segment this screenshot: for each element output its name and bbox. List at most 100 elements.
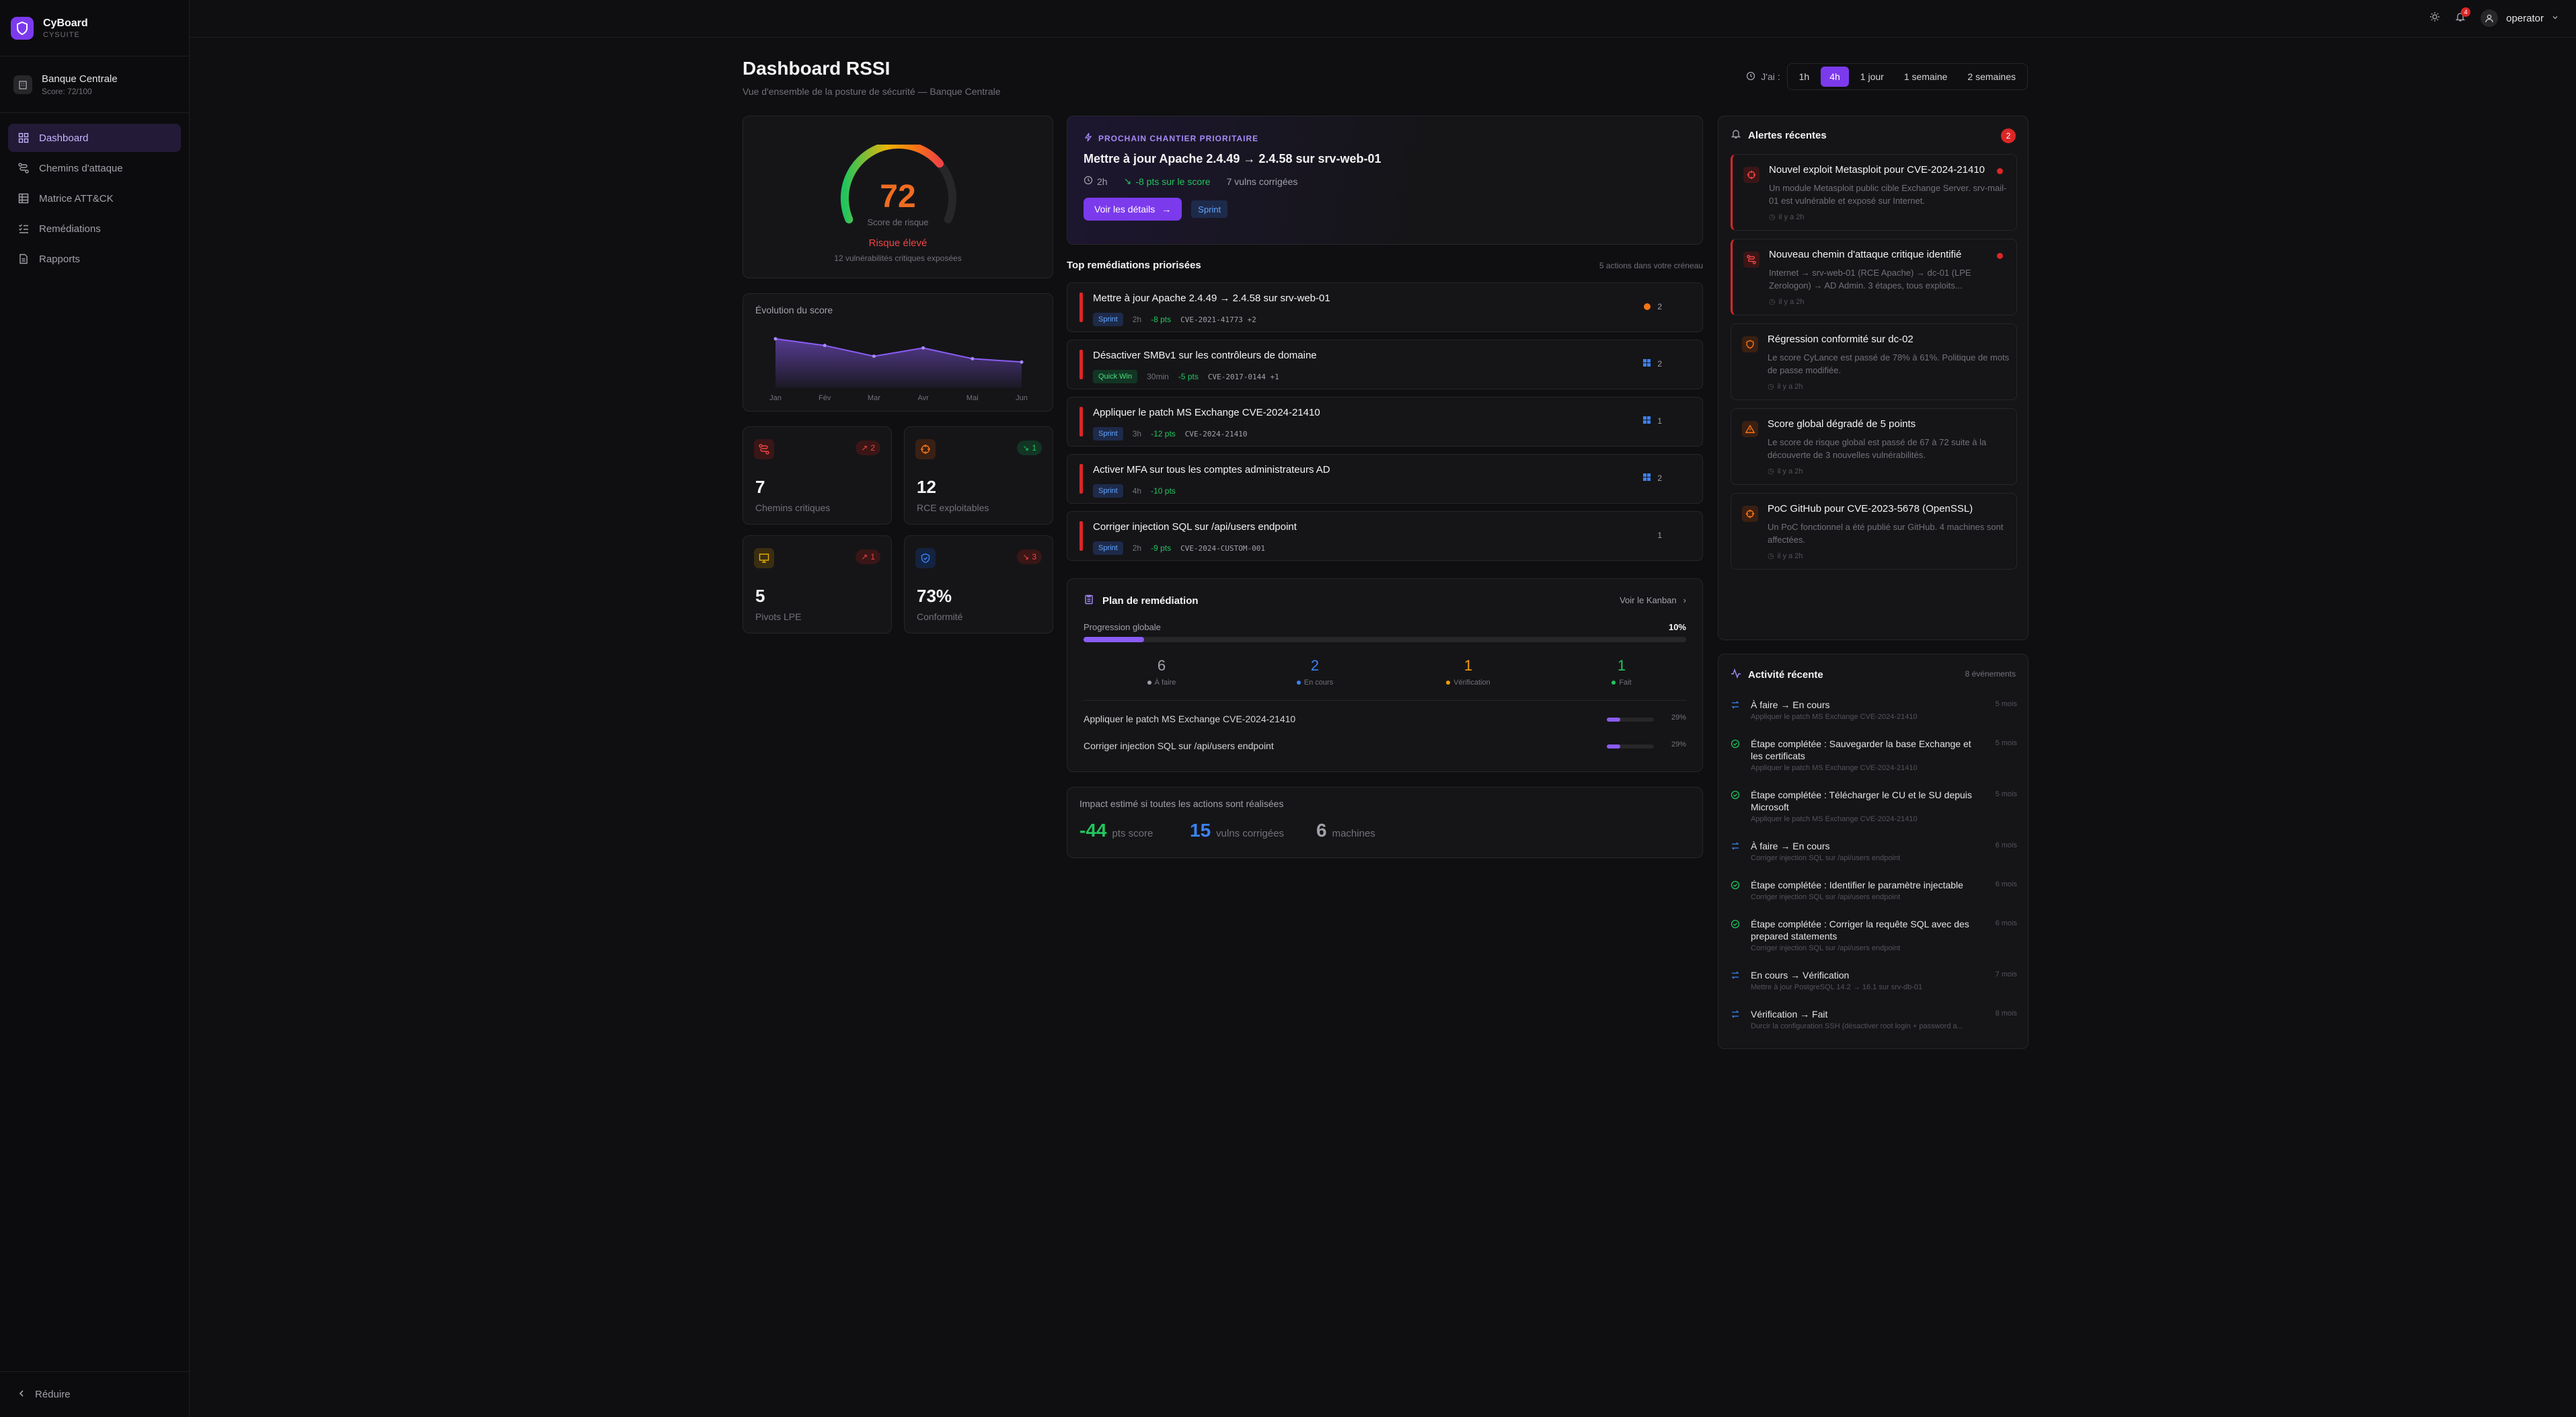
progress-percent: 10% (1668, 622, 1686, 632)
range-option-1h[interactable]: 1h (1790, 67, 1819, 87)
plan-column-done[interactable]: 1 Fait (1541, 657, 1702, 687)
remediation-item[interactable]: Mettre à jour Apache 2.4.49 → 2.4.58 sur… (1067, 282, 1703, 332)
score-point[interactable] (823, 344, 827, 348)
alert-item[interactable]: PoC GitHub pour CVE-2023-5678 (OpenSSL) … (1731, 493, 2017, 570)
severity-bar (1079, 293, 1083, 322)
remediations-title: Top remédiations priorisées (1067, 260, 1201, 271)
check-circle-icon (1731, 919, 1740, 929)
main-nav: Dashboard Chemins d'attaque Matrice ATT&… (0, 113, 189, 286)
range-option-1-week[interactable]: 1 semaine (1895, 67, 1957, 87)
alert-item[interactable]: Nouvel exploit Metasploit pour CVE-2024-… (1731, 154, 2017, 231)
score-evolution-chart: Jan Fév Mar Avr Mai Jun (769, 337, 1028, 402)
activity-item[interactable]: Étape complétée : Corriger la requête SQ… (1731, 918, 2017, 958)
shield-check-icon (915, 548, 936, 568)
remediation-plan-card: Plan de remédiation Voir le Kanban › Prog… (1067, 578, 1703, 772)
nav-item-reports[interactable]: Rapports (8, 245, 181, 273)
nav-label: Matrice ATT&CK (39, 192, 114, 204)
alert-item[interactable]: Régression conformité sur dc-02 Le score… (1731, 323, 2017, 400)
range-option-4h[interactable]: 4h (1821, 67, 1849, 87)
user-name: operator (2506, 12, 2544, 24)
clock-icon: ◷ (1769, 298, 1776, 306)
divider (1084, 700, 1686, 701)
activity-item[interactable]: En cours → Vérification Mettre à jour Po… (1731, 969, 2017, 999)
nav-item-attack-paths[interactable]: Chemins d'attaque (8, 154, 181, 182)
clock-icon: ◷ (1768, 467, 1774, 475)
app-logo[interactable]: CyBoard CYSUITE (0, 0, 189, 56)
plan-column-in-progress[interactable]: 2 En cours (1234, 657, 1396, 687)
activity-item[interactable]: À faire → En cours Corriger injection SQ… (1731, 840, 2017, 870)
stat-card-rce[interactable]: ↘ 1 12 RCE exploitables (904, 426, 1053, 525)
trend-down-icon: ↘ (1022, 443, 1030, 453)
clock-icon (1746, 71, 1755, 83)
nav-label: Remédiations (39, 223, 101, 235)
score-point[interactable] (971, 356, 975, 360)
trend-up-icon: ↗ (861, 443, 868, 453)
priority-gain: -8 pts sur le score (1135, 176, 1211, 187)
score-evolution-card: Évolution du score Jan Fév Mar Avr Mai Jun (743, 293, 1053, 412)
sidebar: CyBoard CYSUITE Banque Centrale Score: 7… (0, 0, 190, 1417)
notifications-button[interactable]: 4 (2455, 7, 2471, 26)
alert-item[interactable]: Score global dégradé de 5 points Le scor… (1731, 408, 2017, 485)
warning-icon (1742, 421, 1758, 437)
user-menu[interactable]: operator (2480, 9, 2559, 27)
stat-card-lpe-pivots[interactable]: ↗ 1 5 Pivots LPE (743, 535, 892, 634)
x-tick-label: Fév (819, 394, 831, 402)
org-selector[interactable]: Banque Centrale Score: 72/100 (0, 56, 189, 113)
nav-item-attack-matrix[interactable]: Matrice ATT&CK (8, 184, 181, 213)
x-tick-label: Mai (967, 394, 979, 402)
stat-card-critical-paths[interactable]: ↗ 2 7 Chemins critiques (743, 426, 892, 525)
risk-score-card: 72 Score de risque Risque élevé 12 vulné… (743, 116, 1053, 278)
nav-item-remediations[interactable]: Remédiations (8, 215, 181, 243)
bell-icon (1731, 128, 1741, 143)
priority-tag: Sprint (1191, 200, 1228, 218)
remediation-item[interactable]: Activer MFA sur tous les comptes adminis… (1067, 454, 1703, 504)
alerts-count-badge: 2 (2001, 128, 2016, 143)
trend-badge: ↗ 2 (856, 441, 880, 455)
impact-vulns: 15 (1190, 820, 1211, 841)
sun-icon[interactable] (2429, 11, 2440, 26)
remediation-item[interactable]: Appliquer le patch MS Exchange CVE-2024-… (1067, 397, 1703, 447)
arrows-exchange-icon (1731, 970, 1740, 980)
plan-column-todo[interactable]: 6 À faire (1081, 657, 1242, 687)
activity-item[interactable]: Étape complétée : Télécharger le CU et l… (1731, 789, 2017, 829)
plan-column-verification[interactable]: 1 Vérification (1388, 657, 1549, 687)
stat-label: Pivots LPE (755, 611, 802, 622)
plan-task[interactable]: Corriger injection SQL sur /api/users en… (1084, 740, 1686, 761)
monitor-icon (754, 548, 774, 568)
range-option-2-weeks[interactable]: 2 semaines (1959, 67, 2024, 87)
range-option-1-day[interactable]: 1 jour (1852, 67, 1893, 87)
activity-item[interactable]: Étape complétée : Identifier le paramètr… (1731, 879, 2017, 909)
chevron-left-icon (17, 1389, 26, 1400)
score-point[interactable] (872, 354, 876, 358)
stat-card-compliance[interactable]: ↘ 3 73% Conformité (904, 535, 1053, 634)
building-icon (13, 75, 32, 94)
activity-item[interactable]: Étape complétée : Sauvegarder la base Ex… (1731, 738, 2017, 778)
nav-item-dashboard[interactable]: Dashboard (8, 124, 181, 152)
view-details-button[interactable]: Voir les détails → (1084, 198, 1182, 221)
activity-item[interactable]: Vérification → Fait Durcir la configurat… (1731, 1008, 2017, 1038)
stat-value: 12 (917, 477, 936, 497)
remediation-item[interactable]: Désactiver SMBv1 sur les contrôleurs de … (1067, 340, 1703, 389)
collapse-sidebar-button[interactable]: Réduire (0, 1371, 190, 1417)
page-title: Dashboard RSSI (743, 58, 891, 79)
score-area (775, 338, 1022, 388)
trend-up-icon: ↗ (861, 552, 868, 562)
view-kanban-link[interactable]: Voir le Kanban › (1620, 595, 1686, 605)
score-point[interactable] (773, 337, 778, 341)
nav-label: Chemins d'attaque (39, 162, 123, 174)
remediation-item[interactable]: Corriger injection SQL sur /api/users en… (1067, 511, 1703, 561)
activity-item[interactable]: À faire → En cours Appliquer le patch MS… (1731, 699, 2017, 728)
score-point[interactable] (921, 346, 925, 350)
activity-count: 8 événements (1965, 669, 2016, 679)
task-progress-bar (1607, 744, 1654, 749)
alert-item[interactable]: Nouveau chemin d'attaque critique identi… (1731, 239, 2017, 315)
user-icon (2480, 9, 2499, 27)
clock-icon: ◷ (1768, 383, 1774, 391)
check-circle-icon (1731, 790, 1740, 800)
shield-icon (11, 16, 34, 40)
trend-down-icon: ↘ (1022, 552, 1030, 562)
clipboard-icon (1084, 594, 1094, 608)
plan-task[interactable]: Appliquer le patch MS Exchange CVE-2024-… (1084, 714, 1686, 734)
document-icon (17, 253, 30, 265)
score-point[interactable] (1020, 360, 1024, 364)
